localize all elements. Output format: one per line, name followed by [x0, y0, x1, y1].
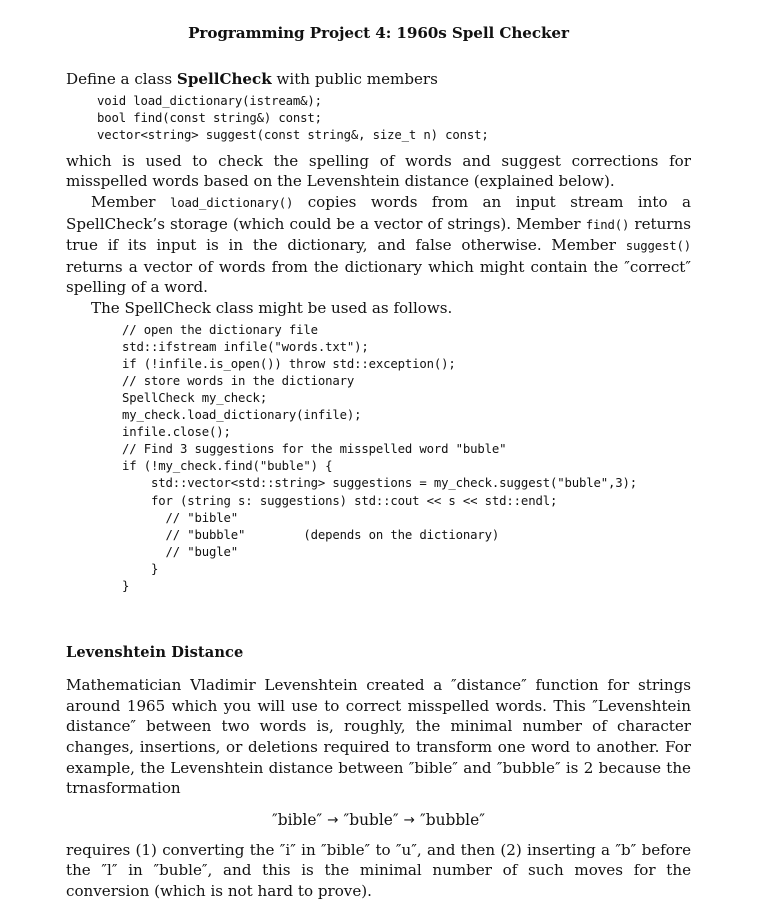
paragraph-which-is-used: which is used to check the spelling of w… — [66, 151, 691, 191]
right-arrow-icon: → — [327, 811, 339, 828]
document-page: Programming Project 4: 1960s Spell Check… — [0, 0, 779, 900]
section-heading-levenshtein-distance: Levenshtein Distance — [66, 644, 244, 662]
intro-suffix: with public members — [271, 70, 438, 88]
paragraph-levenshtein-requires: requires (1) converting the ″i″ in ″bibl… — [66, 840, 691, 900]
members-part-4: returns a vector of words from the dicti… — [66, 257, 691, 297]
intro-prefix: Define a class — [66, 70, 177, 88]
intro-paragraph: Define a class SpellCheck with public me… — [66, 69, 691, 90]
page-content: Programming Project 4: 1960s Spell Check… — [66, 0, 691, 901]
members-part-1: Member — [91, 193, 170, 212]
code-block-usage-example: // open the dictionary file std::ifstrea… — [122, 322, 637, 594]
right-arrow-icon-2: → — [403, 811, 415, 828]
paragraph-levenshtein-explanation: Mathematician Vladimir Levenshtein creat… — [66, 676, 691, 798]
formula-term-buble: ″buble″ — [343, 810, 399, 829]
inline-code-load-dictionary: load_dictionary() — [169, 196, 294, 211]
inline-code-suggest: suggest() — [625, 239, 691, 254]
inline-code-find: find() — [585, 217, 630, 232]
code-block-signatures: void load_dictionary(istream&); bool fin… — [97, 93, 489, 142]
formula-term-bible: ″bible″ — [272, 810, 323, 829]
paragraph-members: Member load_dictionary() copies words fr… — [66, 192, 691, 298]
class-name-spellcheck: SpellCheck — [176, 70, 272, 88]
paragraph-usage-intro: The SpellCheck class might be used as fo… — [91, 299, 453, 318]
page-title: Programming Project 4: 1960s Spell Check… — [188, 24, 569, 42]
formula-term-bubble: ″bubble″ — [419, 810, 485, 829]
display-formula-transformation: ″bible″ → ″buble″ → ″bubble″ — [66, 799, 691, 840]
